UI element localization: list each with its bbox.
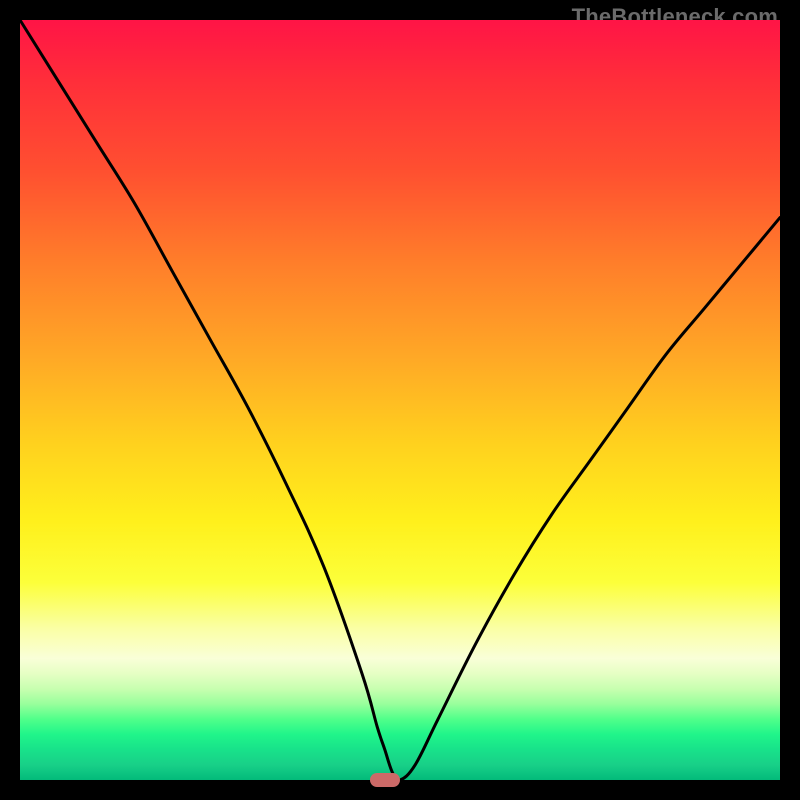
bottleneck-curve-path [20, 20, 780, 780]
plot-area [20, 20, 780, 780]
chart-container: TheBottleneck.com [0, 0, 800, 800]
line-chart-svg [20, 20, 780, 780]
optimal-marker [370, 773, 400, 787]
